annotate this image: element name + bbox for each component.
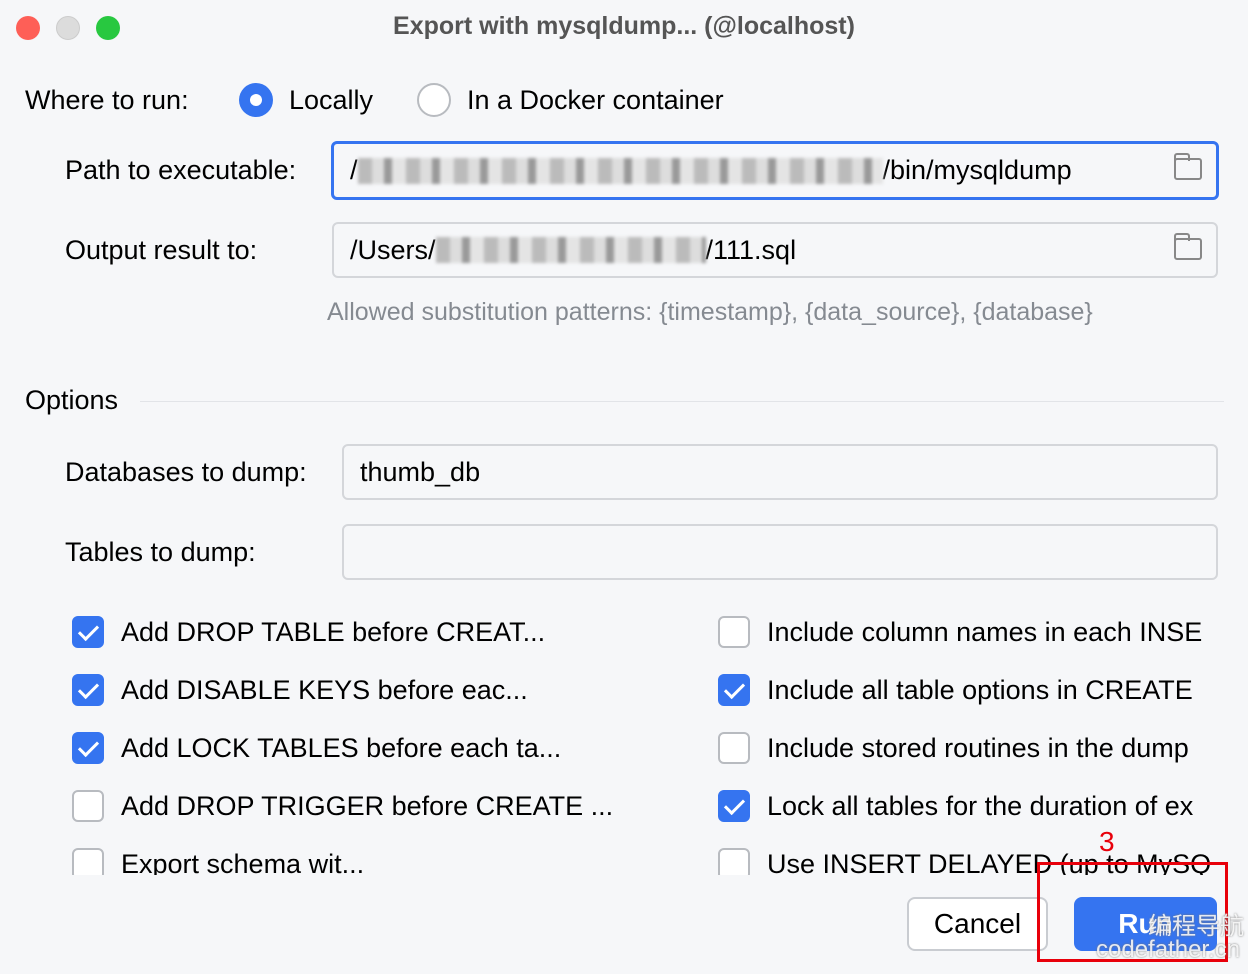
databases-value: thumb_db — [360, 456, 481, 487]
folder-icon[interactable] — [1174, 233, 1202, 260]
options-divider — [140, 401, 1224, 402]
databases-input[interactable]: thumb_db — [342, 444, 1218, 500]
path-label: Path to executable: — [65, 155, 297, 185]
checkbox[interactable] — [72, 732, 104, 764]
checkbox[interactable] — [718, 848, 750, 875]
path-prefix: / — [350, 155, 358, 185]
redacted-output-path — [435, 237, 706, 263]
checkbox-label[interactable]: Include all table options in CREATE — [767, 675, 1193, 706]
where-to-run-label: Where to run: — [25, 85, 189, 115]
folder-icon[interactable] — [1174, 153, 1202, 180]
cancel-button[interactable]: Cancel — [907, 897, 1048, 951]
tables-label: Tables to dump: — [65, 537, 256, 567]
options-heading: Options — [25, 385, 119, 415]
checkbox-label[interactable]: Include stored routines in the dump — [767, 733, 1189, 764]
checkbox[interactable] — [718, 616, 750, 648]
radio-docker-label[interactable]: In a Docker container — [467, 85, 724, 116]
path-suffix: /bin/mysqldump — [882, 155, 1072, 185]
radio-docker[interactable] — [417, 83, 451, 117]
checkbox[interactable] — [72, 616, 104, 648]
radio-locally[interactable] — [239, 83, 273, 117]
checkbox-label[interactable]: Lock all tables for the duration of ex — [767, 791, 1193, 822]
window-title: Export with mysqldump... (@localhost) — [393, 12, 855, 40]
checkbox-label[interactable]: Include column names in each INSE — [767, 617, 1202, 648]
output-input[interactable]: /Users/ /111.sql — [332, 222, 1218, 278]
checkbox-label[interactable]: Add DROP TRIGGER before CREATE ... — [121, 791, 613, 822]
output-suffix: /111.sql — [705, 234, 797, 265]
checkbox[interactable] — [72, 848, 104, 875]
checkbox[interactable] — [72, 790, 104, 822]
checkbox-label[interactable]: Add DISABLE KEYS before eac... — [121, 675, 528, 706]
output-prefix: /Users/ — [350, 234, 436, 265]
watermark-line2: codefather.cn — [1096, 936, 1241, 963]
checkbox-grid: Add DROP TABLE before CREAT... Add DISABL… — [0, 600, 1248, 875]
checkbox[interactable] — [72, 674, 104, 706]
checkbox-label[interactable]: Export schema wit... — [121, 849, 364, 875]
checkbox[interactable] — [718, 732, 750, 764]
checkbox-label[interactable]: Add LOCK TABLES before each ta... — [121, 733, 561, 764]
path-input[interactable]: / /bin/mysqldump — [331, 141, 1219, 200]
checkbox[interactable] — [718, 674, 750, 706]
output-label: Output result to: — [65, 235, 258, 265]
redacted-path — [357, 157, 883, 184]
tables-input[interactable] — [342, 524, 1218, 580]
annotation-number: 3 — [1099, 826, 1115, 857]
checkbox-label[interactable]: Add DROP TABLE before CREAT... — [121, 617, 545, 648]
checkbox[interactable] — [718, 790, 750, 822]
radio-locally-label[interactable]: Locally — [289, 85, 373, 116]
databases-label: Databases to dump: — [65, 457, 307, 487]
substitution-hint: Allowed substitution patterns: {timestam… — [327, 298, 1093, 326]
